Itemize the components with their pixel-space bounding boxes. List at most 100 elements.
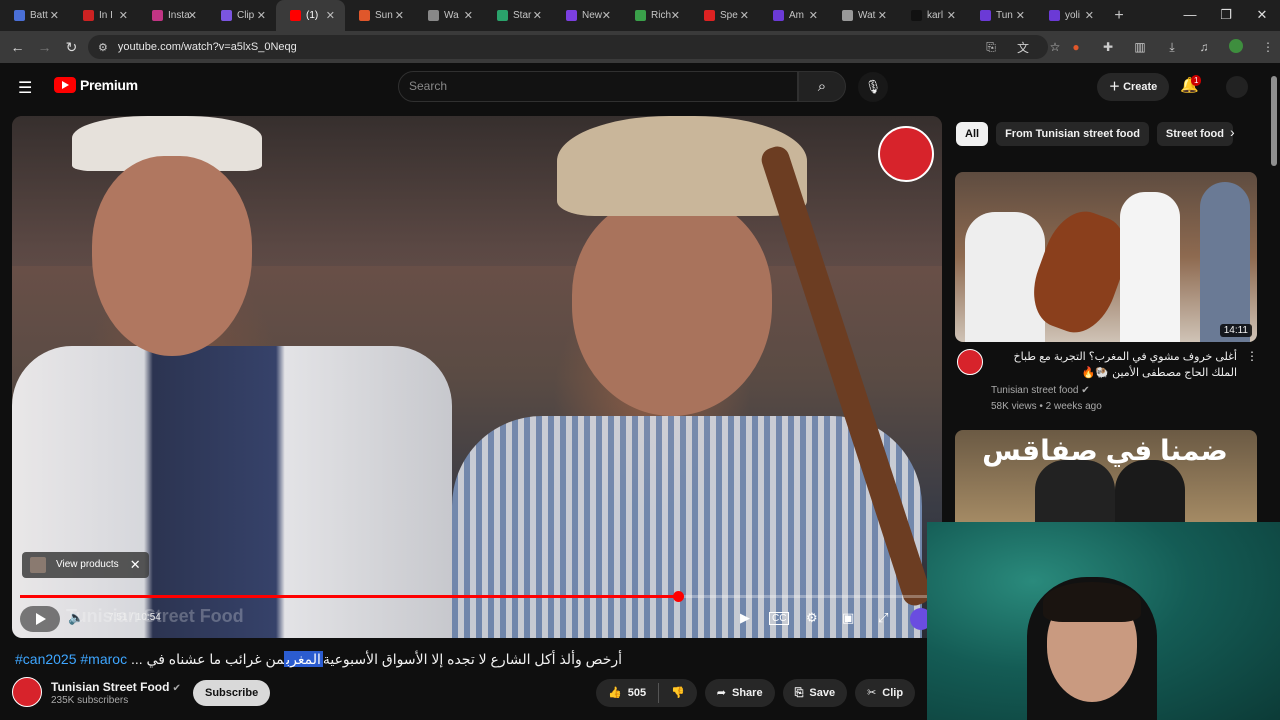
tab-close-icon[interactable]: ✕: [50, 9, 59, 22]
browser-tab[interactable]: Sun ✕: [345, 0, 414, 31]
recommended-video-thumbnail[interactable]: 14:11: [955, 172, 1257, 342]
browser-tab[interactable]: Star ✕: [483, 0, 552, 31]
install-icon[interactable]: ⎘: [975, 40, 1007, 55]
chip-street-food[interactable]: Street food: [1156, 122, 1233, 146]
captions-icon[interactable]: CC: [769, 612, 790, 625]
search-icon[interactable]: ⌕: [798, 71, 846, 102]
address-bar[interactable]: ⚙ youtube.com/watch?v=a5lxS_0Neqg: [88, 35, 1048, 59]
account-avatar[interactable]: [1226, 76, 1248, 98]
verified-badge-icon: ✔: [172, 683, 181, 694]
youtube-play-logo-icon: [54, 77, 76, 93]
tab-close-icon[interactable]: ✕: [809, 9, 818, 22]
tab-close-icon[interactable]: ✕: [188, 9, 197, 22]
microphone-icon[interactable]: 🎙: [858, 72, 888, 102]
chevron-right-icon[interactable]: ›: [1230, 124, 1235, 140]
tab-close-icon[interactable]: ✕: [878, 9, 887, 22]
tab-close-icon[interactable]: ✕: [119, 9, 128, 22]
browser-tab[interactable]: Insta ✕: [138, 0, 207, 31]
browser-tab[interactable]: Tun ✕: [966, 0, 1035, 31]
share-button[interactable]: ➦ Share: [704, 679, 775, 707]
site-info-icon[interactable]: ⚙: [98, 41, 108, 54]
chip-all[interactable]: All: [956, 122, 989, 146]
close-window-icon[interactable]: ✕: [1244, 0, 1280, 31]
volume-icon[interactable]: 🔈: [68, 610, 84, 626]
sidepanel-icon[interactable]: ▥: [1124, 40, 1156, 54]
tab-favicon-icon: [911, 10, 922, 21]
save-button[interactable]: ⎘ Save: [782, 679, 848, 707]
forward-icon[interactable]: →: [31, 39, 58, 55]
tab-close-icon[interactable]: ✕: [602, 9, 611, 22]
video-actions: 👍 505 👎 ➦ Share ⎘ Save ✂ Clip: [596, 679, 923, 707]
tab-close-icon[interactable]: ✕: [257, 9, 266, 22]
browser-tab[interactable]: In I ✕: [69, 0, 138, 31]
fullscreen-icon[interactable]: ⤢: [878, 610, 888, 626]
reload-icon[interactable]: ↻: [58, 39, 85, 56]
tab-close-icon[interactable]: ✕: [947, 9, 956, 22]
subscribe-button[interactable]: Subscribe: [193, 680, 271, 706]
dislike-button[interactable]: 👎: [659, 679, 697, 707]
tab-close-icon[interactable]: ✕: [464, 9, 473, 22]
video-hashtags[interactable]: #can2025 #maroc: [15, 651, 127, 667]
like-button[interactable]: 👍 505: [596, 679, 658, 707]
download-icon[interactable]: ⤓: [1156, 40, 1188, 55]
recommended-channel-avatar[interactable]: [957, 349, 983, 375]
browser-tab[interactable]: Batt ✕: [0, 0, 69, 31]
browser-tab[interactable]: (1) ✕: [276, 0, 345, 31]
hamburger-menu-icon[interactable]: ☰: [18, 78, 32, 98]
back-icon[interactable]: ←: [4, 39, 31, 55]
miniplayer-icon[interactable]: ▣: [842, 610, 854, 626]
extensions-area: ● ✚ ▥ ⤓ ♫ ⋮: [1060, 31, 1280, 63]
video-player[interactable]: View products ✕ Tunisian Street Food 🔈 7…: [12, 116, 942, 638]
more-options-icon[interactable]: ⋮: [1246, 349, 1258, 363]
channel-avatar[interactable]: [12, 677, 42, 707]
tab-close-icon[interactable]: ✕: [740, 9, 749, 22]
tab-close-icon[interactable]: ✕: [1016, 9, 1025, 22]
close-icon[interactable]: ✕: [130, 552, 141, 578]
progress-bar[interactable]: [20, 591, 934, 602]
profile-icon[interactable]: [1220, 38, 1252, 56]
browser-tab[interactable]: karl ✕: [897, 0, 966, 31]
youtube-logo[interactable]: Premium: [54, 77, 138, 93]
recommended-channel-name[interactable]: Tunisian street food ✔: [991, 383, 1102, 399]
tab-close-icon[interactable]: ✕: [671, 9, 680, 22]
play-button[interactable]: [20, 606, 60, 632]
browser-tab[interactable]: Wa ✕: [414, 0, 483, 31]
menu-dots-icon[interactable]: ⋮: [1252, 40, 1280, 54]
clip-button[interactable]: ✂ Clip: [855, 679, 916, 707]
logo-text: Premium: [80, 77, 138, 93]
media-icon[interactable]: ♫: [1188, 40, 1220, 54]
maximize-icon[interactable]: ❐: [1208, 0, 1244, 31]
tab-close-icon[interactable]: ✕: [395, 9, 404, 22]
bookmark-icon: ⎘: [794, 687, 804, 699]
autoplay-toggle-icon[interactable]: ▶: [740, 610, 750, 626]
browser-tab[interactable]: Clip ✕: [207, 0, 276, 31]
browser-tab[interactable]: Am ✕: [759, 0, 828, 31]
view-products-button[interactable]: View products ✕: [22, 552, 149, 578]
browser-tab[interactable]: yoli ✕: [1035, 0, 1104, 31]
search-input[interactable]: Search: [398, 71, 798, 102]
puzzle-icon[interactable]: ✚: [1092, 40, 1124, 54]
recommended-video-thumbnail[interactable]: ضمنا في صفاقس: [955, 430, 1257, 522]
settings-gear-icon[interactable]: ⚙: [806, 610, 818, 626]
browser-tab[interactable]: Rich ✕: [621, 0, 690, 31]
browser-tab[interactable]: Spe ✕: [690, 0, 759, 31]
progress-scrubber[interactable]: [673, 591, 685, 602]
product-thumbnail: [30, 557, 46, 573]
new-tab-button[interactable]: +: [1104, 7, 1134, 25]
tab-close-icon[interactable]: ✕: [533, 9, 542, 22]
tab-close-icon[interactable]: ✕: [326, 9, 335, 22]
tab-close-icon[interactable]: ✕: [1085, 9, 1094, 22]
player-controls: Tunisian Street Food 🔈 7:51 / 10:54 ▶ CC…: [12, 604, 942, 638]
minimize-icon[interactable]: —: [1172, 0, 1208, 31]
like-count: 505: [627, 687, 647, 699]
translate-icon[interactable]: 文: [1007, 39, 1039, 56]
channel-name[interactable]: Tunisian Street Food ✔: [51, 680, 181, 694]
extension-icon[interactable]: ●: [1060, 40, 1092, 54]
create-button[interactable]: ＋ Create: [1097, 73, 1170, 101]
page-scrollbar[interactable]: [1271, 76, 1277, 166]
recommended-video-title[interactable]: أغلى خروف مشوي في المغرب؟ التجربة مع طبا…: [991, 349, 1238, 381]
share-icon: ➦: [716, 687, 726, 699]
browser-tab[interactable]: Wat ✕: [828, 0, 897, 31]
chip-from-channel[interactable]: From Tunisian street food: [996, 122, 1149, 146]
browser-tab[interactable]: New ✕: [552, 0, 621, 31]
